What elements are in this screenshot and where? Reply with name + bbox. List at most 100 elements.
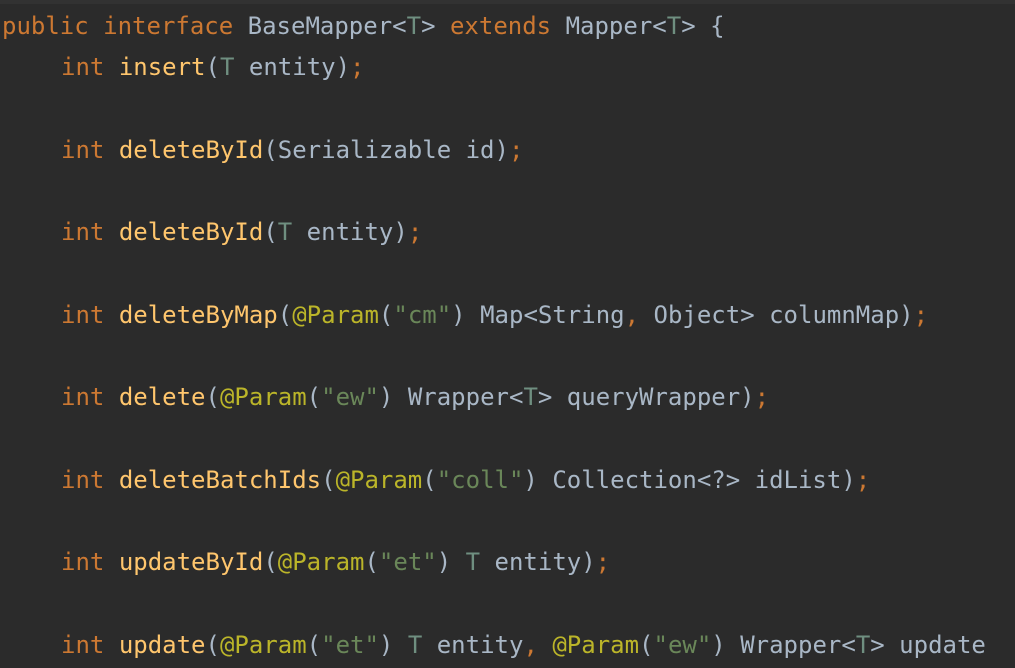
code-text: < [841, 631, 856, 659]
code-punctuation: ; [913, 301, 929, 329]
code-keyword: int [61, 53, 105, 81]
code-string: "coll" [436, 466, 524, 494]
code-text: ( [321, 466, 336, 494]
code-annotation: @Param [292, 301, 379, 329]
code-type-parameter: T [666, 12, 682, 40]
code-keyword: int [61, 301, 105, 329]
code-text: entity) [480, 548, 596, 576]
code-type: Collection [552, 466, 697, 494]
code-string: "et" [378, 548, 437, 576]
code-annotation: @Param [219, 631, 307, 659]
code-type: Object [653, 301, 741, 329]
code-punctuation: ; [595, 548, 611, 576]
code-string: "et" [321, 631, 379, 659]
code-text: ) [378, 631, 408, 659]
code-keyword: int [61, 631, 105, 659]
code-text: <?> idList) [696, 466, 856, 494]
code-type: Map [480, 301, 524, 329]
code-type: BaseMapper [247, 12, 393, 40]
code-text: ) [711, 631, 741, 659]
code-text: ( [263, 218, 278, 246]
code-method-name: deleteByMap [118, 301, 278, 329]
code-line[interactable]: int delete(@Param("ew") Wrapper<T> query… [2, 383, 769, 411]
code-keyword: int [61, 548, 105, 576]
code-method-name: delete [118, 383, 206, 411]
code-text: entity [422, 631, 524, 659]
code-text: entity) [234, 53, 351, 81]
code-method-name: deleteById [118, 218, 264, 246]
code-type: Serializable [277, 136, 452, 164]
code-annotation: @Param [552, 631, 640, 659]
code-type-parameter: T [523, 383, 538, 411]
code-punctuation: ; [350, 53, 365, 81]
code-annotation: @Param [335, 466, 423, 494]
code-text: ( [306, 631, 322, 659]
code-type-parameter: T [219, 53, 235, 81]
code-keyword: interface [103, 12, 234, 40]
code-text: ( [205, 631, 220, 659]
code-editor[interactable]: public interface BaseMapper<T> extends M… [0, 0, 1015, 668]
code-keyword: int [61, 218, 105, 246]
code-text: < [652, 12, 667, 40]
code-keyword: public [2, 12, 89, 40]
code-text: ( [306, 383, 322, 411]
code-line[interactable]: int deleteById(T entity); [2, 218, 422, 246]
code-text: ( [378, 301, 394, 329]
code-type-parameter: T [407, 631, 423, 659]
code-text: > queryWrapper) [537, 383, 755, 411]
code-text: entity) [292, 218, 408, 246]
code-type: Mapper [565, 12, 653, 40]
code-annotation: @Param [277, 548, 365, 576]
code-method-name: deleteById [118, 136, 264, 164]
code-method-name: update [118, 631, 206, 659]
code-text: > update [870, 631, 986, 659]
code-line[interactable]: int insert(T entity); [2, 53, 364, 81]
code-text: ( [422, 466, 437, 494]
code-line[interactable]: int update(@Param("et") T entity, @Param… [2, 631, 986, 659]
code-punctuation: ; [508, 136, 524, 164]
code-method-name: insert [118, 53, 206, 81]
code-text: ( [205, 53, 220, 81]
code-type-parameter: T [406, 12, 422, 40]
code-punctuation: ; [754, 383, 770, 411]
code-text: ( [205, 383, 220, 411]
code-method-name: updateById [118, 548, 264, 576]
code-string: "cm" [393, 301, 452, 329]
code-type-parameter: T [465, 548, 481, 576]
code-annotation: @Param [219, 383, 307, 411]
code-keyword: int [61, 466, 105, 494]
code-punctuation: ; [407, 218, 423, 246]
code-line[interactable]: int updateById(@Param("et") T entity); [2, 548, 610, 576]
code-text: ) [523, 466, 553, 494]
code-string: "ew" [653, 631, 712, 659]
code-punctuation: , [624, 301, 640, 329]
code-text: ) [378, 383, 408, 411]
code-type-parameter: T [277, 218, 293, 246]
code-text: < [392, 12, 407, 40]
code-method-name: deleteBatchIds [118, 466, 322, 494]
code-type-parameter: T [855, 631, 871, 659]
code-line[interactable]: int deleteByMap(@Param("cm") Map<String,… [2, 301, 928, 329]
code-keyword: extends [449, 12, 552, 40]
code-text: > { [681, 12, 725, 40]
code-text: < [523, 301, 538, 329]
code-text: < [508, 383, 524, 411]
code-text: ( [639, 631, 654, 659]
code-type: Wrapper [407, 383, 509, 411]
code-keyword: int [61, 383, 105, 411]
code-text: > columnMap) [740, 301, 914, 329]
code-line[interactable]: int deleteBatchIds(@Param("coll") Collec… [2, 466, 870, 494]
code-line[interactable]: public interface BaseMapper<T> extends M… [2, 12, 725, 40]
code-line[interactable]: int deleteById(Serializable id); [2, 136, 523, 164]
